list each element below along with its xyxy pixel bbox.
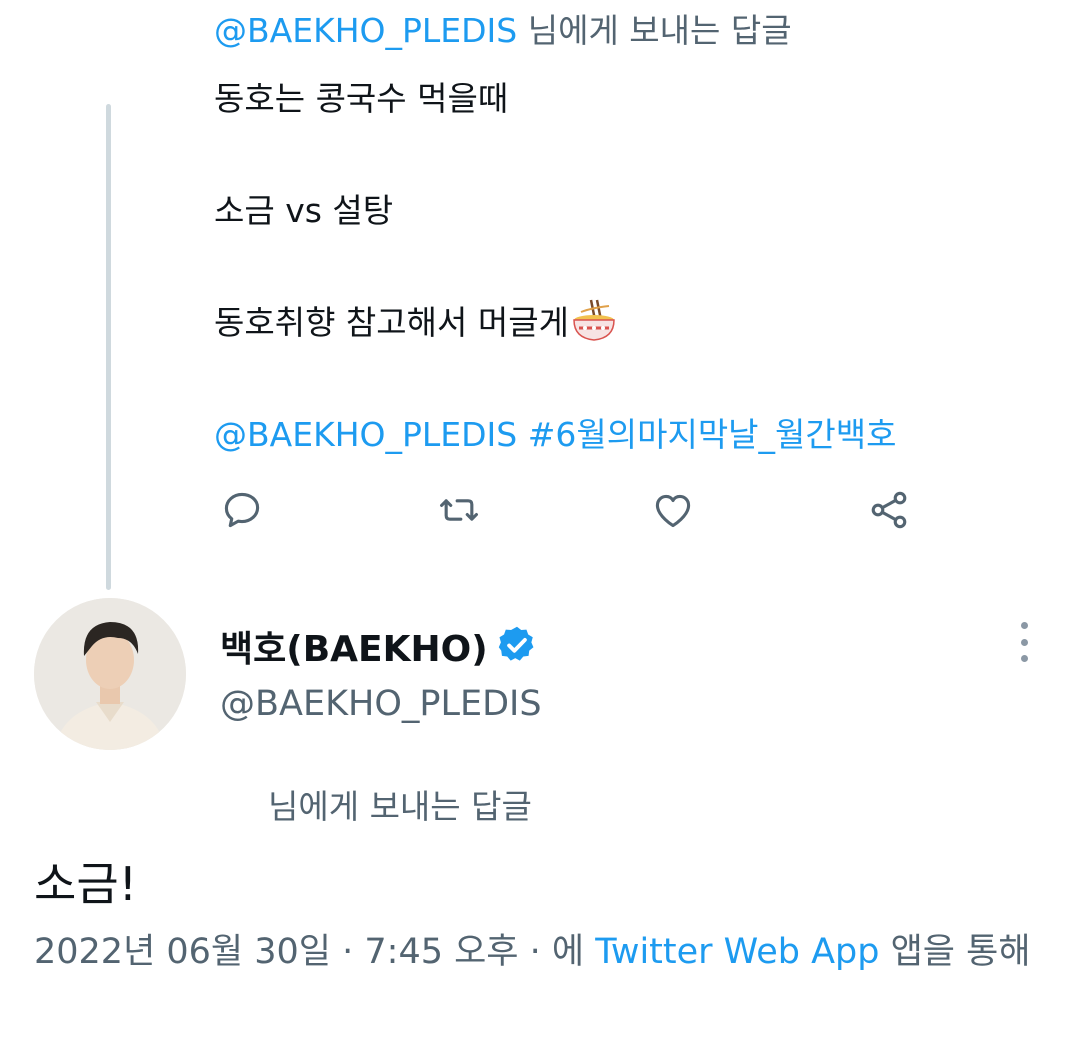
share-icon	[871, 491, 907, 529]
via-suffix: 앱을 통해	[879, 932, 1031, 972]
tweet-text-line-1: 동호는 콩국수 먹을때	[214, 79, 509, 118]
like-button[interactable]	[649, 486, 697, 534]
replying-to-label: 님에게 보내는 답글	[268, 787, 532, 826]
more-options-button[interactable]	[1006, 622, 1042, 662]
replying-to-label: 님에게 보내는 답글	[517, 11, 792, 50]
tweet-footer: @BAEKHO_PLEDIS #6월의마지막날_월간백호	[214, 408, 896, 456]
source-app-link[interactable]: Twitter Web App	[595, 932, 879, 972]
reply-button[interactable]	[218, 486, 266, 534]
share-button[interactable]	[865, 486, 913, 534]
author-handle[interactable]: @BAEKHO_PLEDIS	[220, 684, 542, 724]
hashtag-link[interactable]: #6월의마지막날_월간백호	[528, 415, 897, 454]
avatar-photo	[34, 598, 186, 750]
retweet-icon	[440, 499, 478, 521]
author-name[interactable]: 백호(BAEKHO)	[220, 620, 488, 672]
replying-to: @BAEKHO_PLEDIS 님에게 보내는 답글	[214, 4, 792, 52]
steaming-bowl-icon	[573, 299, 615, 341]
via-prefix: 에	[551, 932, 596, 972]
tweet-text-line-3-text: 동호취향 참고해서 머글게	[214, 303, 569, 342]
meta-separator: ·	[518, 932, 552, 972]
retweet-button[interactable]	[435, 486, 483, 534]
more-dot-icon	[1020, 638, 1028, 646]
tweet-actions	[214, 486, 914, 534]
verified-badge-icon	[498, 626, 534, 661]
reply-tweet-text: 소금!	[34, 857, 138, 911]
reply-icon	[224, 492, 260, 528]
more-dot-icon	[1020, 622, 1028, 629]
tweet-text-line-2: 소금 vs 설탕	[214, 191, 394, 230]
tweet-time[interactable]: 7:45 오후	[364, 932, 518, 972]
tweet-metadata: 2022년 06월 30일 · 7:45 오후 · 에 Twitter Web …	[34, 926, 1034, 978]
mention-link[interactable]: @BAEKHO_PLEDIS	[214, 415, 517, 454]
more-dot-icon	[1020, 655, 1028, 662]
like-icon	[655, 494, 691, 528]
tweet-text-line-3: 동호취향 참고해서 머글게	[214, 296, 617, 344]
tweet-date[interactable]: 2022년 06월 30일	[34, 932, 331, 972]
replying-to-mention[interactable]: @BAEKHO_PLEDIS	[214, 11, 517, 50]
thread-line	[106, 104, 111, 590]
avatar[interactable]	[34, 598, 186, 750]
meta-separator: ·	[331, 932, 365, 972]
